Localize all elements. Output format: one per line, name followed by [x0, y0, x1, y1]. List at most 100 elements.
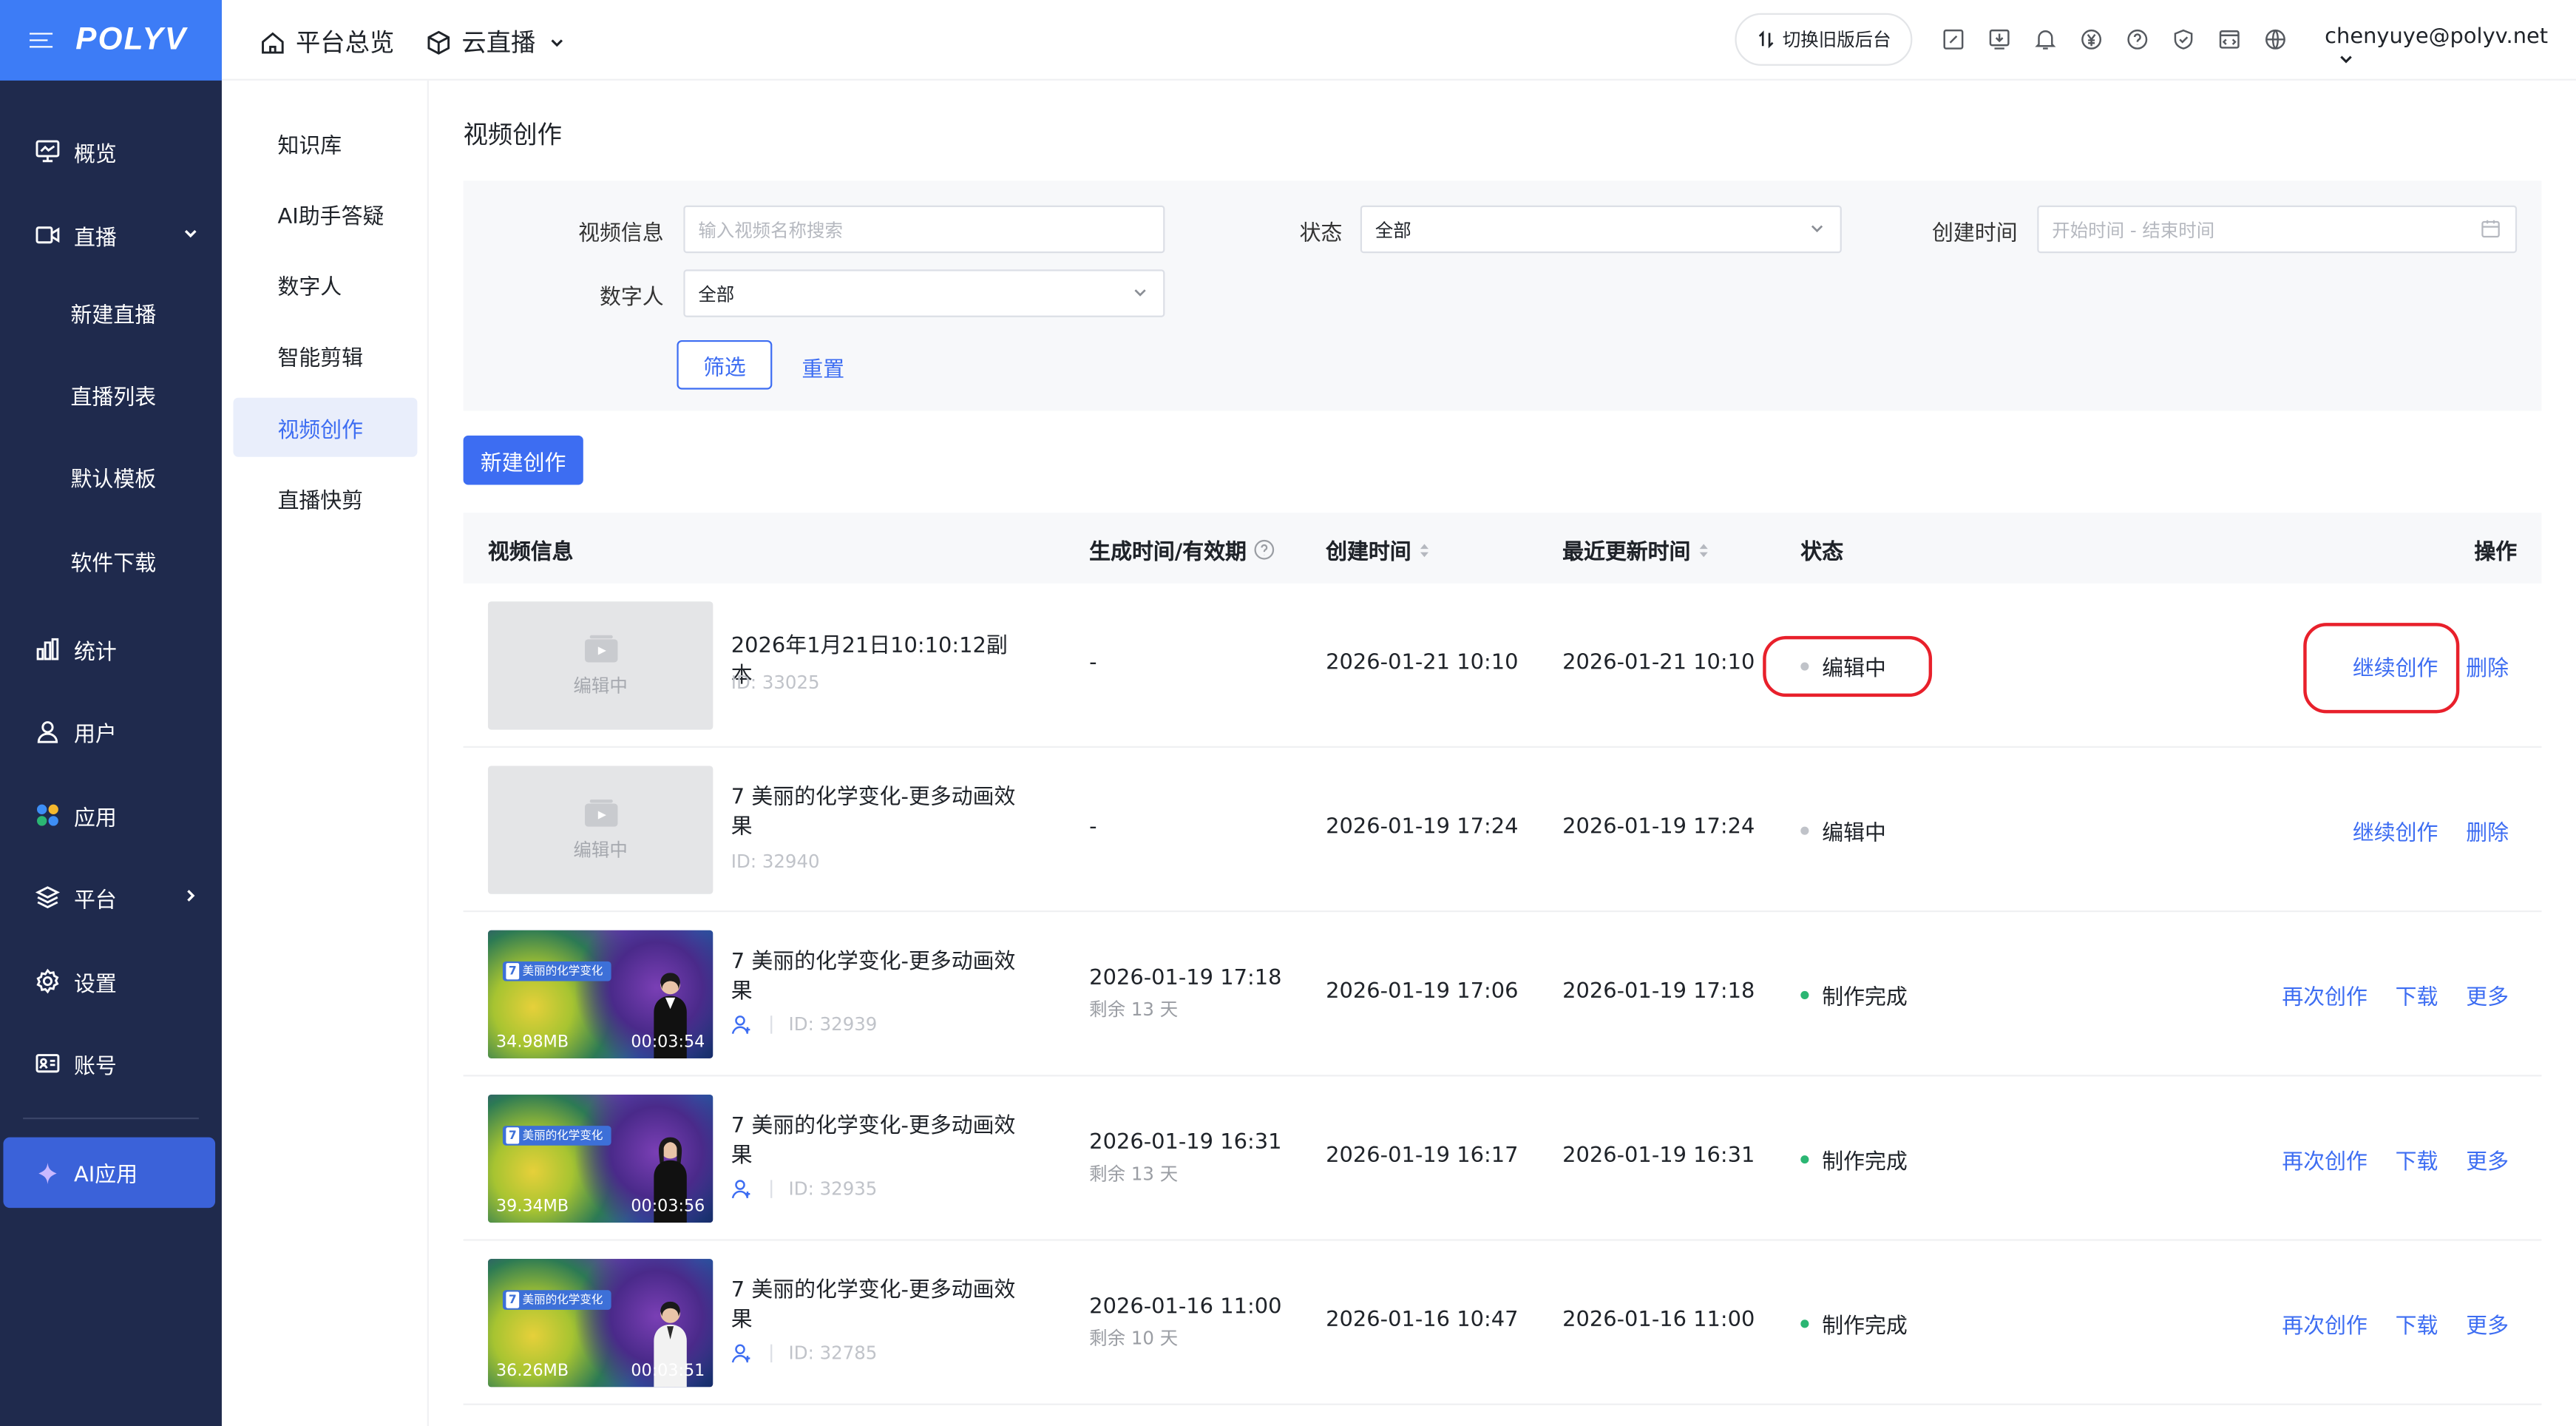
download-icon[interactable] [1986, 27, 2013, 53]
video-thumbnail[interactable]: 7 美丽的化学变化 39.34MB 00:03:56 [487, 1094, 714, 1223]
sidebar-item-apps[interactable]: 应用 [0, 783, 222, 848]
digital-human-icon [731, 1344, 750, 1363]
filter-button[interactable]: 筛选 [677, 339, 773, 390]
video-meta: ID: 32785 [731, 1342, 878, 1365]
new-creation-button[interactable]: 新建创作 [463, 435, 583, 485]
sidebar-item-users[interactable]: 用户 [0, 698, 222, 764]
highlight-circle [1763, 635, 1933, 697]
submenu-item-ai-assistant[interactable]: AI助手答疑 [234, 184, 418, 243]
submenu-item-knowledge-base[interactable]: 知识库 [234, 113, 418, 172]
menu-icon[interactable] [29, 32, 53, 48]
yuan-icon[interactable] [2078, 27, 2105, 53]
sidebar-item-label: 用户 [73, 722, 117, 747]
status-text: 编辑中 [1822, 822, 1886, 847]
status-badge: 制作完成 [1800, 979, 1908, 1011]
sidebar-item-account[interactable]: 账号 [0, 1030, 222, 1096]
sparkle-icon [35, 1160, 61, 1186]
created-time: 2026-01-19 16:17 [1326, 1143, 1519, 1169]
recreate-button[interactable]: 再次创作 [2282, 1144, 2367, 1175]
more-button[interactable]: 更多 [2466, 1144, 2509, 1175]
created-time-label: 创建时间 [1932, 221, 2018, 247]
user-account-menu[interactable]: chenyuye@polyv.net [2325, 24, 2576, 74]
more-button[interactable]: 更多 [2466, 979, 2509, 1010]
platform-overview-label: 平台总览 [295, 27, 395, 58]
digital-human-select[interactable]: 全部 [683, 269, 1165, 317]
reset-button[interactable]: 重置 [801, 352, 844, 382]
download-button[interactable]: 下载 [2396, 1308, 2438, 1339]
sidebar-item-software-download[interactable]: 软件下载 [0, 527, 222, 593]
sidebar-item-ai-apps[interactable]: AI应用 [3, 1137, 216, 1209]
submenu-item-video-creation[interactable]: 视频创作 [233, 397, 418, 457]
status-select-value: 全部 [1375, 219, 1411, 241]
sidebar-item-stats[interactable]: 统计 [0, 616, 222, 682]
highlight-circle [2303, 623, 2460, 714]
delete-button[interactable]: 删除 [2466, 815, 2509, 846]
table-row: 编辑中 7 美丽的化学变化-更多动画效果 ID: 32940 - 2026-01… [463, 748, 2542, 913]
recreate-button[interactable]: 再次创作 [2282, 1308, 2367, 1339]
chevron-right-icon [183, 886, 199, 910]
download-button[interactable]: 下载 [2396, 1144, 2438, 1175]
updated-time: 2026-01-19 17:24 [1562, 815, 1755, 840]
video-thumbnail[interactable]: 编辑中 [487, 766, 714, 894]
video-thumbnail[interactable]: 编辑中 [487, 601, 714, 730]
code-window-icon[interactable] [2216, 27, 2243, 53]
video-thumbnail[interactable]: 7 美丽的化学变化 36.26MB 00:03:51 [487, 1259, 714, 1388]
sidebar-item-default-template[interactable]: 默认模板 [0, 444, 222, 510]
switch-old-version-button[interactable]: 切换旧版后台 [1735, 13, 1913, 66]
status-dot [1800, 826, 1809, 835]
submenu-item-live-clip[interactable]: 直播快剪 [234, 468, 418, 527]
created-time: 2026-01-19 17:24 [1326, 815, 1519, 840]
globe-icon[interactable] [2263, 27, 2289, 53]
gear-icon [35, 968, 61, 995]
video-title: 7 美丽的化学变化-更多动画效果 [731, 950, 1016, 1004]
status-select[interactable]: 全部 [1360, 205, 1842, 254]
platform-overview-link[interactable]: 平台总览 [260, 24, 394, 59]
sidebar-item-platform[interactable]: 平台 [0, 865, 222, 930]
header-created[interactable]: 创建时间 [1326, 534, 1431, 565]
shield-icon[interactable] [2170, 27, 2197, 53]
video-id: ID: 32939 [788, 1013, 878, 1035]
logo-bar: POLYV [0, 0, 222, 81]
submenu-item-digital-human[interactable]: 数字人 [234, 254, 418, 314]
created-time: 2026-01-16 10:47 [1326, 1308, 1519, 1334]
sidebar-item-new-live[interactable]: 新建直播 [0, 280, 222, 345]
video-id: ID: 33025 [731, 672, 820, 694]
video-placeholder-icon [583, 634, 617, 662]
download-button[interactable]: 下载 [2396, 979, 2438, 1010]
digital-human-icon [731, 1016, 750, 1034]
sort-icon[interactable] [1697, 540, 1710, 560]
help-icon[interactable] [1253, 539, 1275, 561]
table-header: 视频信息 生成时间/有效期 创建时间 最近更新时间 状态 操作 [463, 513, 2542, 584]
header-ops: 操作 [2474, 534, 2517, 565]
recreate-button[interactable]: 再次创作 [2282, 979, 2367, 1010]
video-info-search-input[interactable]: 输入视频名称搜索 [683, 205, 1165, 254]
sidebar-item-label: 默认模板 [70, 467, 157, 493]
video-size: 34.98MB [496, 1033, 569, 1052]
status-badge: 编辑中 [1800, 815, 1886, 846]
header-updated[interactable]: 最近更新时间 [1562, 534, 1710, 565]
video-id: ID: 32785 [788, 1342, 878, 1365]
polyv-logo[interactable]: POLYV [75, 22, 187, 58]
id-card-icon [35, 1050, 61, 1077]
sidebar-item-live[interactable]: 直播 [0, 202, 222, 268]
sidebar-item-settings[interactable]: 设置 [0, 948, 222, 1014]
chevron-down-icon [2338, 50, 2354, 74]
sort-icon[interactable] [1418, 540, 1431, 560]
video-thumbnail[interactable]: 7 美丽的化学变化 34.98MB 00:03:54 [487, 930, 714, 1058]
delete-button[interactable]: 删除 [2466, 651, 2509, 682]
cloud-live-dropdown[interactable]: 云直播 [425, 24, 574, 59]
continue-create-button[interactable]: 继续创作 [2353, 815, 2438, 846]
more-button[interactable]: 更多 [2466, 1308, 2509, 1339]
chevron-down-icon [1132, 284, 1148, 305]
edit-icon[interactable] [1940, 27, 1967, 53]
created-time-range-input[interactable]: 开始时间 - 结束时间 [2037, 205, 2518, 254]
sidebar-item-overview[interactable]: 概览 [0, 118, 222, 184]
sidebar-item-live-list[interactable]: 直播列表 [0, 362, 222, 428]
bell-icon[interactable] [2033, 27, 2059, 53]
table-row: 7 美丽的化学变化 36.26MB 00:03:51 7 美丽的化学变化-更多动画… [463, 1241, 2542, 1405]
status-badge: 制作完成 [1800, 1144, 1908, 1175]
submenu-item-smart-edit[interactable]: 智能剪辑 [234, 325, 418, 385]
thumbnail-tag: 7 美丽的化学变化 [502, 961, 611, 981]
help-icon[interactable] [2124, 27, 2151, 53]
cloud-live-label: 云直播 [461, 27, 536, 58]
